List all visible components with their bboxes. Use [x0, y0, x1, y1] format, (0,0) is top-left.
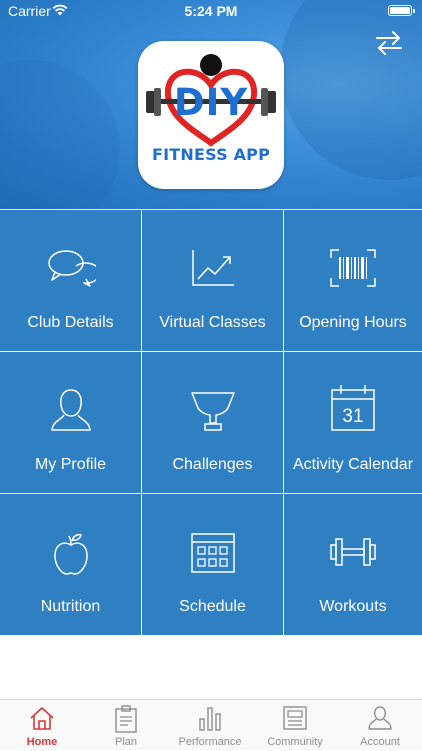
calendar-day: 31: [342, 406, 363, 427]
tab-label: Account: [360, 736, 400, 748]
calendar-icon: 31: [331, 385, 375, 431]
account-icon: [368, 706, 392, 730]
tab-bar: Home Plan Performance Community Account: [0, 699, 422, 750]
menu-grid: Club Details Virtual Classes Opening Hou…: [0, 209, 422, 635]
header-banner: Carrier 5:24 PM DIY FITNESS APP: [0, 0, 422, 209]
background-decoration: [0, 60, 120, 209]
tile-challenges[interactable]: Challenges: [142, 352, 283, 493]
battery-icon: [388, 5, 415, 16]
tile-workouts[interactable]: Workouts: [284, 494, 422, 635]
tile-label: Workouts: [319, 598, 387, 615]
tile-schedule[interactable]: Schedule: [142, 494, 283, 635]
tile-virtual-classes[interactable]: Virtual Classes: [142, 210, 283, 351]
background-decoration: [280, 0, 422, 180]
tile-club-details[interactable]: Club Details: [0, 210, 141, 351]
tile-nutrition[interactable]: Nutrition: [0, 494, 141, 635]
tile-label: Club Details: [27, 314, 114, 331]
tile-label: My Profile: [34, 456, 107, 473]
clock: 5:24 PM: [184, 3, 238, 19]
tile-opening-hours[interactable]: Opening Hours: [284, 210, 422, 351]
apple-icon: [53, 533, 88, 575]
schedule-grid-icon: [190, 533, 235, 573]
tile-label: Opening Hours: [299, 314, 407, 331]
tab-label: Plan: [114, 736, 138, 748]
tab-plan[interactable]: Plan: [84, 700, 168, 751]
chat-bubbles-icon: [47, 250, 96, 287]
status-bar: Carrier 5:24 PM: [0, 0, 422, 22]
tab-label: Performance: [178, 736, 242, 748]
tab-community[interactable]: Community: [253, 700, 337, 751]
tile-label: Virtual Classes: [159, 314, 266, 331]
tab-label: Home: [26, 736, 58, 748]
tile-label: Challenges: [172, 456, 253, 473]
tile-activity-calendar[interactable]: 31 Activity Calendar: [284, 352, 422, 493]
logo-title: DIY: [173, 81, 249, 124]
barcode-scan-icon: [330, 249, 376, 287]
home-icon: [30, 707, 54, 730]
tab-home[interactable]: Home: [0, 700, 84, 751]
person-icon: [50, 389, 91, 431]
app-logo: DIY FITNESS APP: [138, 41, 284, 189]
clipboard-icon: [115, 705, 137, 733]
trophy-icon: [190, 392, 235, 431]
switch-club-icon[interactable]: [374, 28, 404, 56]
bar-chart-icon: [199, 707, 221, 731]
tile-label: Schedule: [179, 598, 246, 615]
dumbbell-icon: [330, 538, 376, 566]
tile-label: Activity Calendar: [292, 456, 414, 473]
logo-subtitle: FITNESS APP: [151, 145, 271, 164]
trend-chart-icon: [191, 250, 234, 286]
community-board-icon: [283, 706, 307, 730]
tab-account[interactable]: Account: [338, 700, 422, 751]
tab-performance[interactable]: Performance: [168, 700, 252, 751]
tile-my-profile[interactable]: My Profile: [0, 352, 141, 493]
tile-label: Nutrition: [40, 598, 101, 615]
tab-label: Community: [267, 736, 323, 748]
